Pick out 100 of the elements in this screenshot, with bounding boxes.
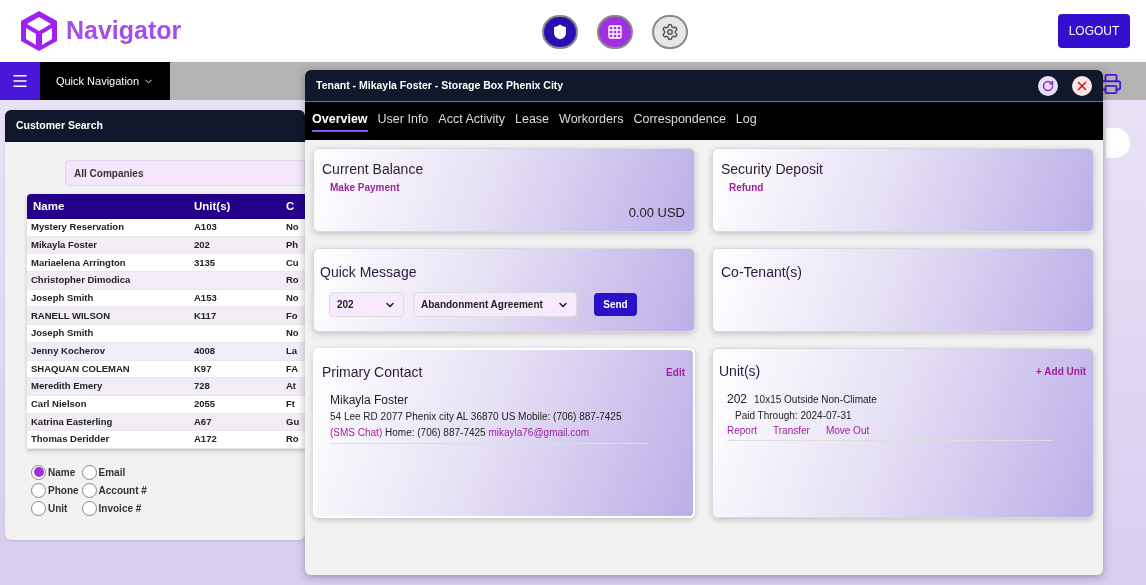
grid-icon [607,24,623,40]
unit-action-link[interactable]: Report [727,423,757,438]
table-cell-text: Mariaelena Arrington [30,255,127,270]
grid-button[interactable] [597,15,633,49]
paid-through: Paid Through: 2024-07-31 [735,409,853,423]
unit-select[interactable]: 202 [329,292,404,317]
edit-link[interactable]: Edit [666,365,685,380]
table-cell-text: 728 [193,379,211,394]
table-cell-text: Gu [285,414,300,429]
table-cell-text: Ft [285,397,295,412]
table-cell-text: A153 [193,290,218,305]
table-cell-text: No [285,290,299,305]
table-cell-text: Mystery Reservation [30,220,125,235]
close-button[interactable] [1072,75,1092,96]
shield-icon [552,24,568,40]
table-cell-text: K117 [193,308,218,323]
table-cell-text: No [285,220,299,235]
customer-row[interactable]: Joseph Smith No [27,325,305,343]
unit-action-link[interactable]: Move Out [825,423,870,438]
table-cell-text: Cu [285,255,299,270]
table-cell-text: RANELL WILSON [30,308,111,323]
search-by-radio[interactable]: Email [81,464,147,480]
printer-icon[interactable] [1100,73,1122,95]
table-cell-text: 3135 [193,255,217,270]
card-title: Quick Message [320,264,417,280]
table-cell-text: 202 [193,237,211,252]
search-by-radio[interactable]: Unit [31,500,79,516]
customer-row[interactable]: Christopher Dimodica Ro [27,272,305,290]
tab[interactable]: Correspondence [633,109,726,133]
card-title: Current Balance [322,160,425,179]
column-header[interactable]: Unit(s) [189,197,281,216]
send-button[interactable]: Send [594,293,637,316]
search-by-radio[interactable]: Invoice # [81,500,147,516]
logo-text: Navigator [66,15,182,47]
table-cell-text: SHAQUAN COLEMAN [30,361,131,376]
table-cell-text: Carl Nielson [30,397,88,412]
table-cell-text: At [285,379,297,394]
contact-link[interactable]: mikayla76@gmail.com [488,427,590,438]
contact-link[interactable]: (SMS Chat) [330,427,383,438]
tab[interactable]: User Info [377,109,429,133]
customer-row[interactable]: RANELL WILSON K117 Fo [27,307,305,326]
table-cell-text: Ro [285,432,299,447]
company-select[interactable]: All Companies [65,160,305,186]
card-title: Security Deposit [721,160,824,179]
refresh-button[interactable] [1038,75,1058,96]
unit-size: 10x15 Outside Non-Climate [754,393,877,407]
search-by-radio[interactable]: Phone [31,482,79,498]
tab[interactable]: Overview [312,109,368,133]
customer-row[interactable]: Meredith Emery 728 At [27,378,305,396]
table-cell-text: Jenny Kocherov [30,344,106,359]
add-unit-link[interactable]: + Add Unit [1036,364,1086,379]
table-cell-text: K97 [193,361,213,376]
refund-link[interactable]: Refund [729,180,764,195]
table-cell-text: A172 [193,432,218,447]
table-cell-text: Mikayla Foster [30,237,98,252]
table-cell-text: Ro [285,273,299,288]
balance-amount: 0.00 USD [628,204,685,222]
search-by-radio[interactable]: Account # [81,482,147,498]
table-cell-text: Ph [285,237,299,252]
tab[interactable]: Lease [515,109,550,133]
shield-button[interactable] [542,15,578,49]
settings-icon [661,23,679,41]
table-cell-text: Thomas Deridder [30,432,111,447]
contact-details: 54 Lee RD 2077 Phenix city AL 36870 US Mobile: (706) 887-7425 (SMS Chat) Home: (706) 887-7425 mikayla76@gmail.com [330,410,623,440]
card-title: Unit(s) [719,362,761,381]
table-cell-text: 2055 [193,397,217,412]
table-cell-text: 4008 [193,344,217,359]
table-cell-text: Katrina Easterling [30,414,114,429]
card-title: Primary Contact [322,363,423,382]
table-cell-text: A103 [193,220,218,235]
table-cell-text: Joseph Smith [30,326,95,341]
cube-logo-icon [18,9,60,53]
tab[interactable]: Workorders [559,109,624,133]
table-cell-text: FA [285,361,299,376]
search-field[interactable] [1106,128,1130,158]
unit-action-link[interactable]: Transfer [773,423,810,438]
table-cell-text: Christopher Dimodica [30,273,132,288]
unit-number: 202 [727,391,748,408]
tab[interactable]: Acct Activity [438,109,505,133]
settings-button[interactable] [652,15,688,49]
column-header[interactable]: C [281,197,295,216]
menu-button[interactable] [0,62,40,100]
table-cell-text: Meredith Emery [30,379,104,394]
table-cell-text: A67 [193,414,213,429]
customer-row[interactable]: Mystery Reservation A103 No [27,219,305,237]
make-payment-link[interactable]: Make Payment [330,180,400,195]
logout-button[interactable]: LOGOUT [1058,14,1130,48]
table-cell-text: Joseph Smith [30,290,95,305]
quick-navigation-dropdown[interactable]: Quick Navigation [40,62,170,100]
search-by-radio[interactable]: Name [31,464,79,480]
table-cell-text: No [285,326,299,341]
window-title: Tenant - Mikayla Foster - Storage Box Phenix City [316,77,564,93]
column-header[interactable]: Name [27,197,189,216]
tab[interactable]: Log [735,109,757,133]
table-cell-text: Fo [285,308,298,323]
customer-row[interactable]: Thomas Deridder A172 Ro [27,431,305,449]
panel-title: Customer Search [5,110,305,142]
table-cell-text: La [285,344,298,359]
template-select[interactable]: Abandonment Agreement [413,292,577,317]
customer-row[interactable]: Mariaelena Arrington 3135 Cu [27,254,305,273]
